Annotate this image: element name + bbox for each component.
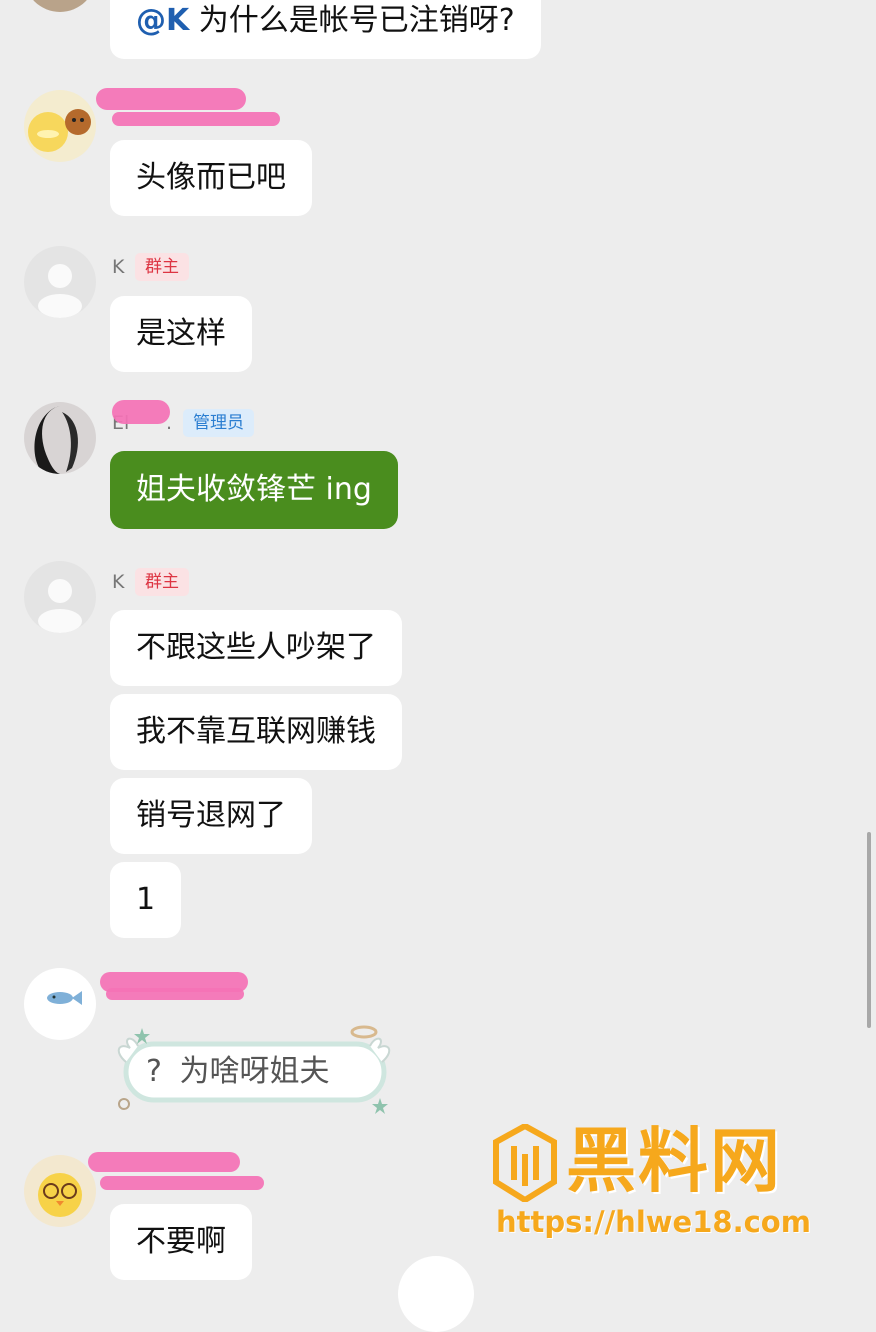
message-text: 头像而已吧 xyxy=(136,160,286,195)
message-text: 为啥呀姐夫 xyxy=(179,1054,330,1089)
avatar[interactable] xyxy=(24,90,96,162)
scrollbar-thumb[interactable] xyxy=(867,832,871,1028)
message-text: 1 xyxy=(136,882,156,917)
message-text: 销号退网了 xyxy=(136,798,286,833)
avatar[interactable] xyxy=(24,0,96,12)
message-bubble[interactable]: 不跟这些人吵架了 xyxy=(110,610,402,686)
avatar[interactable] xyxy=(24,246,96,318)
watermark-brand: 黑料网 xyxy=(566,1120,782,1202)
avatar[interactable] xyxy=(24,968,96,1040)
redacted-name xyxy=(96,88,246,110)
message-bubble[interactable]: 1 xyxy=(110,862,182,938)
mention-link[interactable]: @K xyxy=(136,3,189,38)
sender-name: K xyxy=(112,571,125,593)
message-text: 不跟这些人吵架了 xyxy=(136,630,376,665)
message-bubble[interactable]: 销号退网了 xyxy=(110,778,312,854)
sender-name-tail: . xyxy=(166,412,173,434)
chick-avatar-icon xyxy=(38,1173,82,1217)
redacted-name xyxy=(112,400,170,424)
sender-name: K xyxy=(112,256,125,278)
message-bubble[interactable]: 姐夫收敛锋芒 ing xyxy=(110,451,398,529)
avatar-image xyxy=(28,109,91,152)
avatar[interactable] xyxy=(24,561,96,633)
avatar[interactable] xyxy=(24,402,96,474)
message-bubble[interactable]: 头像而已吧 xyxy=(110,140,312,216)
message-bubble[interactable]: 不要啊 xyxy=(110,1204,252,1280)
fish-icon xyxy=(47,991,82,1005)
watermark-logo-icon xyxy=(493,1124,557,1202)
message-text: 是这样 xyxy=(136,316,226,351)
redacted-name xyxy=(106,988,244,1000)
avatar-image xyxy=(34,406,78,474)
decorative-bubble[interactable]: ? 为啥呀姐夫 xyxy=(114,1020,394,1116)
redacted-name xyxy=(112,112,280,126)
watermark: 黑料网 https://hlwe18.com xyxy=(492,1120,842,1248)
admin-badge: 管理员 xyxy=(183,409,254,437)
message-text: 为什么是帐号已注销呀? xyxy=(198,3,515,38)
message-bubble[interactable]: 我不靠互联网赚钱 xyxy=(110,694,402,770)
message-bubble[interactable]: @K 为什么是帐号已注销呀? xyxy=(110,0,541,59)
message-text: 姐夫收敛锋芒 ing xyxy=(136,472,372,507)
message-text: 我不靠互联网赚钱 xyxy=(136,714,376,749)
watermark-url: https://hlwe18.com xyxy=(496,1205,811,1239)
avatar[interactable] xyxy=(24,1155,96,1227)
owner-badge: 群主 xyxy=(135,253,189,281)
message-text: 不要啊 xyxy=(136,1224,226,1259)
default-avatar-icon xyxy=(38,264,82,318)
redacted-name xyxy=(100,1176,264,1190)
redacted-name xyxy=(88,1152,240,1172)
floating-button[interactable] xyxy=(398,1256,474,1332)
question-mark: ? xyxy=(146,1054,162,1089)
owner-badge: 群主 xyxy=(135,568,189,596)
default-avatar-icon xyxy=(38,579,82,633)
message-bubble[interactable]: 是这样 xyxy=(110,296,252,372)
